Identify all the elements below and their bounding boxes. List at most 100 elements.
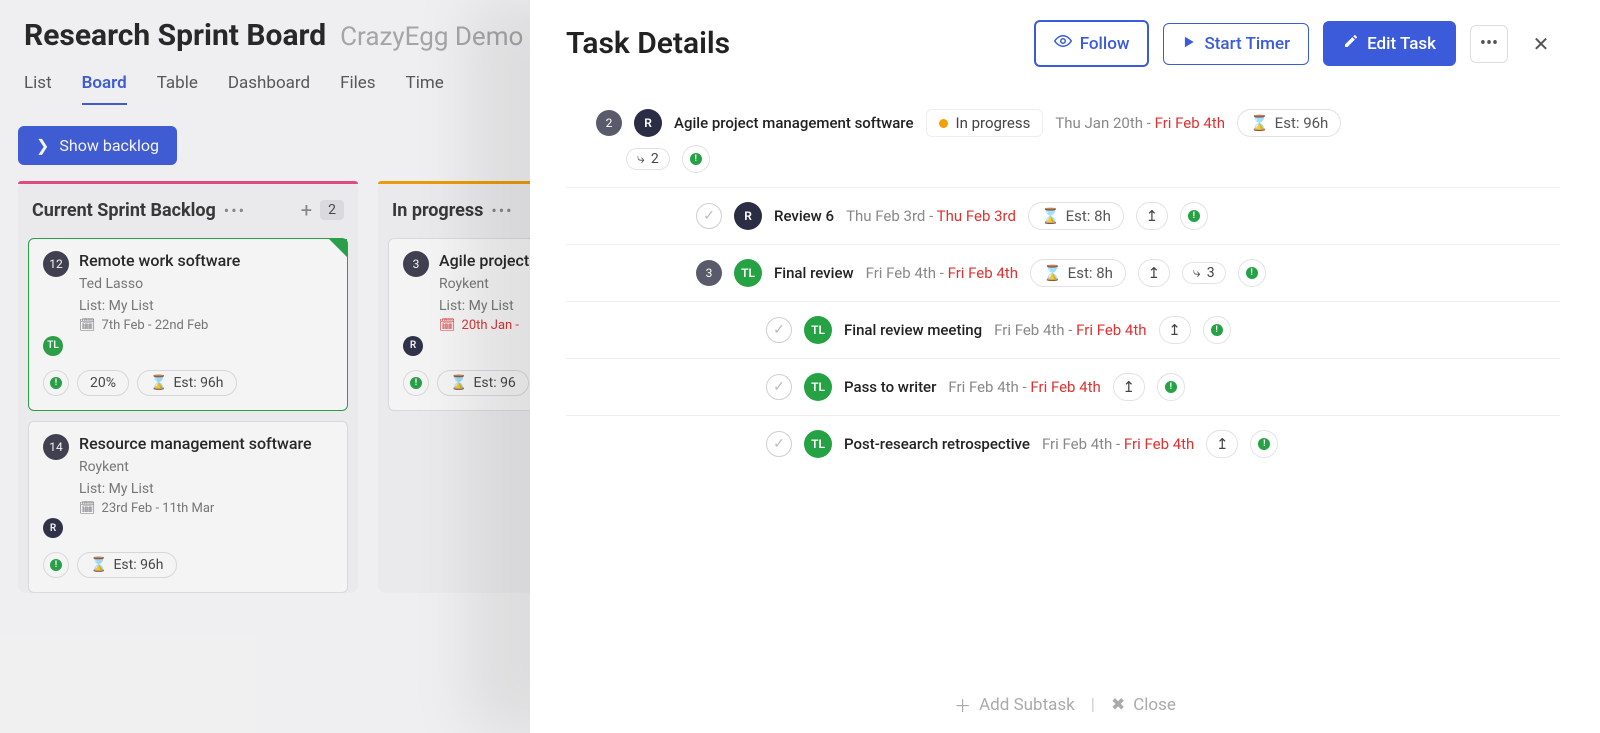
task-title: Post-research retrospective [844,435,1030,453]
task-row[interactable]: ✓ R Review 6 Thu Feb 3rd - Thu Feb 3rd ⌛Est:… [566,187,1560,244]
column-menu-icon[interactable]: ••• [491,201,513,220]
avatar: R [734,202,762,230]
close-panel-button[interactable]: ✕ [1522,25,1560,63]
arrow-pill[interactable]: ↥ [1113,373,1145,401]
view-tab-dashboard[interactable]: Dashboard [228,73,310,105]
avatar: R [403,336,423,356]
hourglass-icon: ⌛ [1250,114,1269,132]
estimate-chip: ⌛Est: 96h [137,370,237,396]
task-title: Review 6 [774,207,834,225]
board-card[interactable]: 14Resource management softwareRoykentLis… [28,421,348,594]
exclaim-icon [1211,324,1223,336]
avatar: TL [804,430,832,458]
exclaim-icon [1188,210,1200,222]
task-row[interactable]: ✓TLPass to writerFri Feb 4th - Fri Feb 4… [566,358,1560,415]
arrow-pill[interactable]: ↥ [1206,430,1238,458]
task-row[interactable]: ✓ TL Post-research retrospective Fri Feb 4t… [566,415,1560,472]
column-add-button[interactable]: + [301,198,312,222]
view-tab-table[interactable]: Table [157,73,198,105]
task-dates: Thu Feb 3rd - Thu Feb 3rd [846,207,1016,225]
calendar-icon: 🗓 [79,318,96,333]
board-subtitle: CrazyEgg Demo [340,22,523,52]
avatar: TL [804,373,832,401]
dots-icon: ••• [1480,33,1498,54]
board-card[interactable]: 12Remote work softwareTed LassoList: My … [28,238,348,411]
view-tab-list[interactable]: List [24,73,52,105]
task-check-circle[interactable]: ✓ [696,203,722,229]
avatar: R [634,109,662,137]
card-list: List: My List [79,298,333,314]
task-check-circle[interactable]: ✓ [766,317,792,343]
exclaim-icon [690,153,702,165]
estimate-pill: ⌛Est: 8h [1030,259,1126,287]
board-column: Current Sprint Backlog•••+212Remote work… [18,181,358,593]
view-tab-board[interactable]: Board [82,73,127,105]
task-tree: 2RAgile project management softwareIn pr… [566,95,1560,472]
view-tab-time[interactable]: Time [406,73,444,105]
edit-task-button[interactable]: Edit Task [1323,21,1456,66]
add-subtask-button[interactable]: ＋ Add Subtask [954,692,1075,717]
arrow-pill[interactable]: ↥ [1136,202,1168,230]
task-check-circle[interactable]: ✓ [766,431,792,457]
task-title: Agile project management software [674,114,914,132]
footer-close-button[interactable]: ✖ Close [1111,692,1176,717]
separator: | [1091,692,1095,717]
card-dates: 🗓7th Feb - 22nd Feb [79,318,333,333]
more-options-button[interactable]: ••• [1470,25,1508,63]
avatar: R [43,518,63,538]
tree-icon: ⤷ [637,151,645,167]
arrow-up-icon: ↥ [1148,264,1161,282]
priority-badge [43,370,69,396]
view-tab-files[interactable]: Files [340,73,375,105]
priority-pill [1238,259,1266,287]
tree-icon: ⤷ [1193,265,1201,281]
follow-button[interactable]: Follow [1034,20,1150,67]
task-dates: Fri Feb 4th - Fri Feb 4th [994,321,1146,339]
subtask-count-pill: ⤷3 [1182,262,1226,284]
add-subtask-label: Add Subtask [979,695,1075,715]
priority-pill [1250,430,1278,458]
eye-icon [1054,32,1072,55]
priority-pill [1203,316,1231,344]
task-row[interactable]: ✓ TL Final review meeting Fri Feb 4th - Fri… [566,301,1560,358]
show-backlog-button[interactable]: ❯ Show backlog [18,126,177,165]
avatar: TL [734,259,762,287]
start-timer-button[interactable]: Start Timer [1163,23,1309,65]
column-count: 2 [320,200,344,220]
column-menu-icon[interactable]: ••• [224,201,246,220]
panel-footer: ＋ Add Subtask | ✖ Close [530,676,1600,733]
task-title: Pass to writer [844,378,936,396]
arrow-pill[interactable]: ↥ [1138,259,1170,287]
plus-icon: ＋ [954,692,971,717]
priority-pill [682,145,710,173]
task-dates: Fri Feb 4th - Fri Feb 4th [1042,435,1194,453]
estimate-pill: ⌛Est: 96h [1237,109,1341,137]
column-title: In progress [392,200,483,221]
task-check-circle[interactable]: ✓ [766,374,792,400]
exclaim-icon [1246,267,1258,279]
arrow-pill[interactable]: ↥ [1159,316,1191,344]
priority-badge [43,552,69,578]
pencil-icon [1343,33,1359,54]
status-dot-icon [939,119,948,128]
status-pill: In progress [926,109,1044,137]
task-row[interactable]: 2R Agile project management software In pr… [566,95,1560,151]
close-icon: ✖ [1111,695,1125,715]
arrow-up-icon: ↥ [1216,435,1229,453]
play-icon [1182,34,1196,54]
progress-chip: 20% [77,370,129,396]
follow-label: Follow [1080,34,1130,54]
card-list: List: My List [79,481,333,497]
chevron-right-icon: ❯ [36,136,49,155]
task-dates: Fri Feb 4th - Fri Feb 4th [866,264,1018,282]
subtask-count-pill: ⤷2 [626,148,670,170]
task-title: Final review meeting [844,321,982,339]
card-number: 14 [43,434,69,460]
task-count-badge: 2 [596,110,622,136]
task-count-badge: 3 [696,260,722,286]
task-details-panel: Task Details Follow Start Timer Edit Tas… [530,0,1600,733]
avatar: TL [804,316,832,344]
task-row[interactable]: 3TLFinal reviewFri Feb 4th - Fri Feb 4th… [566,244,1560,301]
exclaim-icon [1258,438,1270,450]
estimate-pill: ⌛Est: 8h [1028,202,1124,230]
